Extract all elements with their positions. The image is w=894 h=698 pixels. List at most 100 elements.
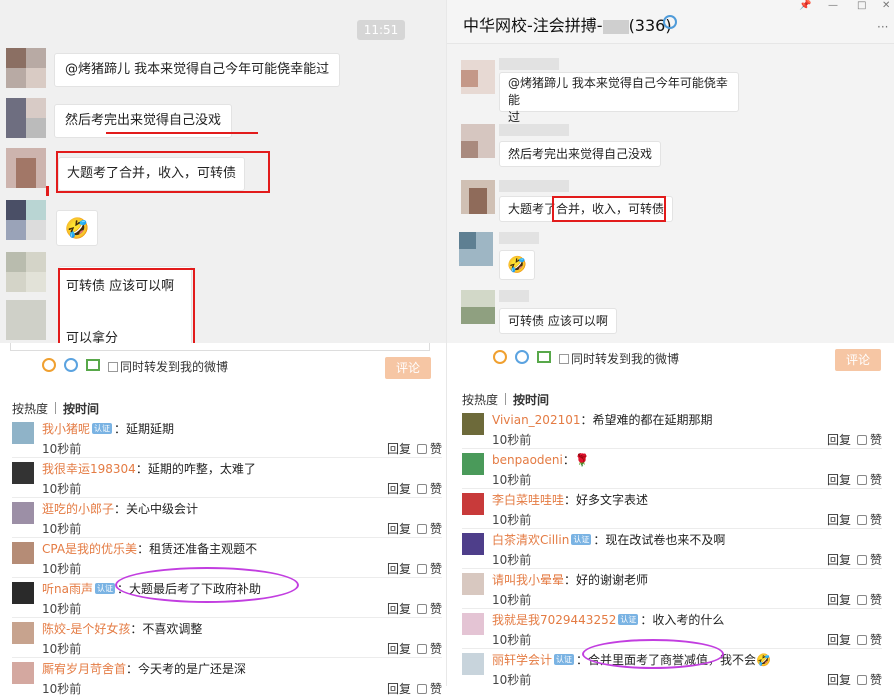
like-link[interactable]: 赞 <box>870 673 882 687</box>
comment-user[interactable]: 厮宥岁月苛舍首 <box>42 662 126 676</box>
comment-user[interactable]: benpaodeni <box>492 453 563 467</box>
like-icon[interactable] <box>416 524 427 534</box>
image-icon[interactable] <box>537 351 551 363</box>
gif-icon[interactable] <box>64 358 78 372</box>
comment-user[interactable]: 我很幸运198304 <box>42 462 136 476</box>
comment-user[interactable]: 我小猪呢 <box>42 422 90 436</box>
reply-link[interactable]: 回复 <box>387 562 411 576</box>
reply-link[interactable]: 回复 <box>387 642 411 656</box>
avatar[interactable] <box>6 148 46 188</box>
reply-link[interactable]: 回复 <box>827 673 851 687</box>
avatar[interactable] <box>6 252 46 292</box>
like-link[interactable]: 赞 <box>870 633 882 647</box>
avatar[interactable] <box>462 493 484 515</box>
sort-time-tab[interactable]: 按时间 <box>63 400 99 417</box>
avatar[interactable] <box>462 533 484 555</box>
like-link[interactable]: 赞 <box>430 522 442 536</box>
like-icon[interactable] <box>856 555 867 565</box>
like-icon[interactable] <box>416 644 427 654</box>
image-icon[interactable] <box>86 359 100 371</box>
share-checkbox[interactable] <box>108 362 118 372</box>
avatar[interactable] <box>12 662 34 684</box>
minimize-icon[interactable]: — <box>828 0 838 11</box>
comment-user[interactable]: 请叫我小晕晕 <box>492 573 564 587</box>
avatar[interactable] <box>6 300 46 340</box>
avatar[interactable] <box>6 200 46 240</box>
maximize-icon[interactable]: □ <box>857 0 866 11</box>
like-icon[interactable] <box>416 484 427 494</box>
comment-user[interactable]: 丽轩学会计 <box>492 653 552 667</box>
like-icon[interactable] <box>856 635 867 645</box>
avatar[interactable] <box>12 582 34 604</box>
avatar[interactable] <box>462 453 484 475</box>
like-link[interactable]: 赞 <box>870 593 882 607</box>
reply-link[interactable]: 回复 <box>387 482 411 496</box>
like-link[interactable]: 赞 <box>870 553 882 567</box>
more-icon[interactable]: ··· <box>877 20 888 34</box>
like-link[interactable]: 赞 <box>870 433 882 447</box>
reply-link[interactable]: 回复 <box>827 433 851 447</box>
gif-icon[interactable] <box>515 350 529 364</box>
avatar[interactable] <box>461 290 495 324</box>
avatar[interactable] <box>12 422 34 444</box>
like-icon[interactable] <box>416 604 427 614</box>
like-link[interactable]: 赞 <box>430 562 442 576</box>
like-link[interactable]: 赞 <box>430 482 442 496</box>
like-link[interactable]: 赞 <box>870 513 882 527</box>
emoji-icon[interactable] <box>42 358 56 372</box>
reply-link[interactable]: 回复 <box>387 522 411 536</box>
emoji-icon[interactable] <box>493 350 507 364</box>
comment-user[interactable]: Vivian_202101 <box>492 413 580 427</box>
reply-link[interactable]: 回复 <box>827 633 851 647</box>
sort-hot-tab[interactable]: 按热度 <box>462 391 498 408</box>
like-icon[interactable] <box>416 564 427 574</box>
avatar[interactable] <box>462 613 484 635</box>
avatar[interactable] <box>462 413 484 435</box>
avatar[interactable] <box>6 98 46 138</box>
submit-comment-button[interactable]: 评论 <box>385 357 431 379</box>
comment-user[interactable]: 陈姣-是个好女孩 <box>42 622 130 636</box>
avatar[interactable] <box>462 573 484 595</box>
share-checkbox[interactable] <box>559 354 569 364</box>
avatar[interactable] <box>461 124 495 158</box>
sort-hot-tab[interactable]: 按热度 <box>12 400 48 417</box>
like-icon[interactable] <box>856 435 867 445</box>
group-chat-icon[interactable] <box>663 15 677 29</box>
like-link[interactable]: 赞 <box>430 682 442 696</box>
avatar[interactable] <box>461 180 495 214</box>
close-icon[interactable]: ✕ <box>882 0 890 11</box>
like-link[interactable]: 赞 <box>430 602 442 616</box>
comment-user[interactable]: 听na雨声 <box>42 582 93 596</box>
avatar[interactable] <box>12 502 34 524</box>
reply-link[interactable]: 回复 <box>827 513 851 527</box>
sort-time-tab[interactable]: 按时间 <box>513 391 549 408</box>
like-icon[interactable] <box>856 595 867 605</box>
like-icon[interactable] <box>856 675 867 685</box>
like-icon[interactable] <box>856 475 867 485</box>
like-link[interactable]: 赞 <box>870 473 882 487</box>
like-link[interactable]: 赞 <box>430 442 442 456</box>
avatar[interactable] <box>459 232 493 266</box>
avatar[interactable] <box>6 48 46 88</box>
avatar[interactable] <box>12 622 34 644</box>
like-icon[interactable] <box>416 444 427 454</box>
reply-link[interactable]: 回复 <box>827 553 851 567</box>
reply-link[interactable]: 回复 <box>387 602 411 616</box>
comment-user[interactable]: 我就是我7029443252 <box>492 613 616 627</box>
comment-input[interactable] <box>10 343 430 351</box>
avatar[interactable] <box>462 653 484 675</box>
like-link[interactable]: 赞 <box>430 642 442 656</box>
reply-link[interactable]: 回复 <box>827 473 851 487</box>
pin-icon[interactable]: 📌 <box>799 0 811 11</box>
submit-comment-button[interactable]: 评论 <box>835 349 881 371</box>
comment-user[interactable]: 白茶清欢Cillin <box>492 533 569 547</box>
comment-user[interactable]: 逛吃的小郎子 <box>42 502 114 516</box>
comment-user[interactable]: 李白菜哇哇哇 <box>492 493 564 507</box>
reply-link[interactable]: 回复 <box>827 593 851 607</box>
reply-link[interactable]: 回复 <box>387 682 411 696</box>
avatar[interactable] <box>461 60 495 94</box>
reply-link[interactable]: 回复 <box>387 442 411 456</box>
avatar[interactable] <box>12 462 34 484</box>
comment-user[interactable]: CPA是我的优乐美 <box>42 542 137 556</box>
avatar[interactable] <box>12 542 34 564</box>
